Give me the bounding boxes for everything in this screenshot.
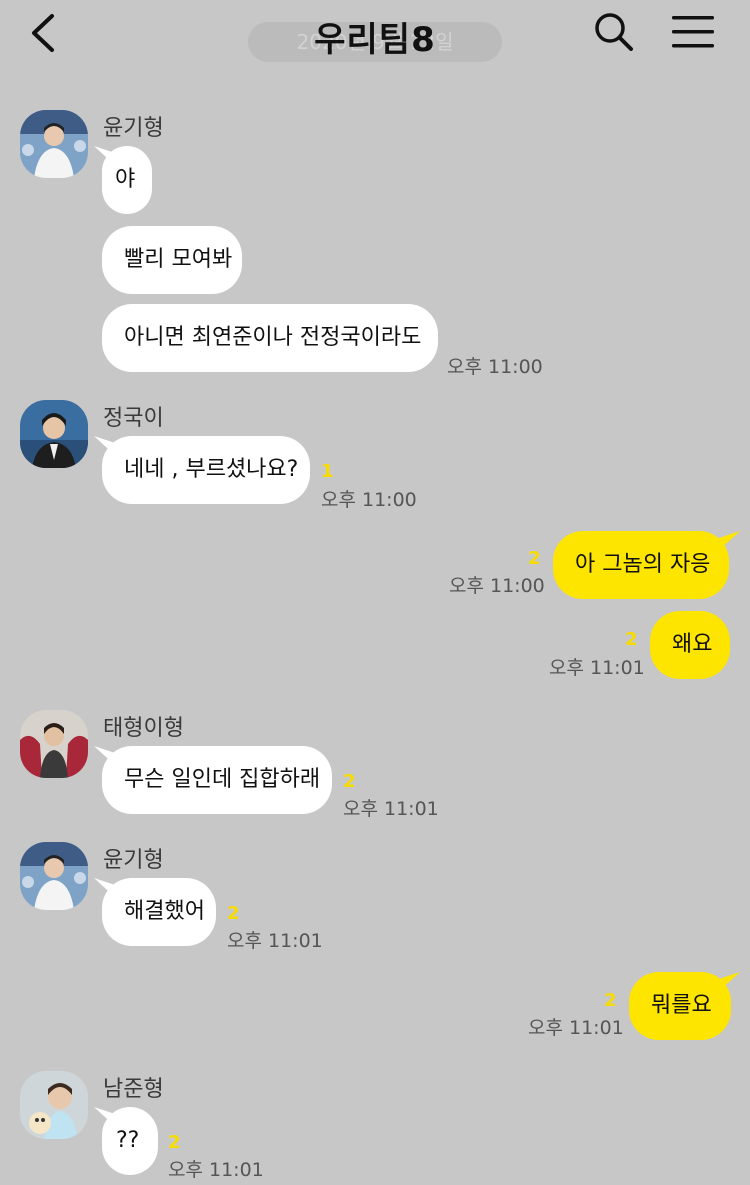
message-bubble[interactable]: 네네 , 부르셨나요?	[102, 436, 310, 504]
message-bubble[interactable]: 무슨 일인데 집합하래	[102, 746, 332, 814]
unread-count: 2	[528, 548, 541, 569]
sender-name: 윤기형	[103, 848, 164, 873]
member-count: 8	[411, 20, 436, 60]
sender-name: 남준형	[103, 1077, 164, 1102]
search-icon	[595, 13, 633, 51]
unread-count: 2	[227, 903, 240, 924]
message-time: 오후 11:01	[227, 930, 323, 952]
avatar[interactable]	[20, 400, 88, 468]
profile-photo-icon	[20, 842, 88, 910]
avatar[interactable]	[20, 110, 88, 178]
message-time: 오후 11:01	[549, 657, 645, 679]
menu-button[interactable]	[670, 12, 718, 52]
unread-count: 2	[625, 629, 638, 650]
profile-photo-icon	[20, 710, 88, 778]
message-time: 오후 11:00	[447, 356, 543, 378]
chat-room-name: 우리팀	[314, 20, 412, 60]
sender-name: 윤기형	[103, 116, 164, 141]
my-message-bubble[interactable]: 아 그놈의 자응	[553, 531, 729, 599]
avatar[interactable]	[20, 842, 88, 910]
avatar[interactable]	[20, 1071, 88, 1139]
unread-count: 1	[321, 461, 334, 482]
unread-count: 2	[604, 990, 617, 1011]
unread-count: 2	[168, 1132, 181, 1153]
message-bubble[interactable]: 아니면 최연준이나 전정국이라도	[102, 304, 438, 372]
bubble-tail	[716, 531, 740, 553]
sender-name: 태형이형	[103, 716, 184, 741]
profile-photo-icon	[20, 110, 88, 178]
message-bubble[interactable]: 해결했어	[102, 878, 216, 946]
search-button[interactable]	[592, 10, 636, 54]
chat-header: 2020년 9월 12일 우리팀8	[0, 0, 750, 70]
message-time: 오후 11:01	[168, 1159, 264, 1181]
profile-photo-icon	[20, 400, 88, 468]
sender-name: 정국이	[103, 406, 164, 431]
message-time: 오후 11:01	[343, 798, 439, 820]
message-time: 오후 11:00	[321, 489, 417, 511]
message-time: 오후 11:01	[528, 1017, 624, 1039]
avatar[interactable]	[20, 710, 88, 778]
chat-title: 우리팀8	[0, 12, 750, 61]
bubble-tail	[716, 972, 740, 994]
message-bubble[interactable]: 빨리 모여봐	[102, 226, 242, 294]
profile-photo-icon	[20, 1071, 88, 1139]
my-message-bubble[interactable]: 왜요	[650, 611, 730, 679]
message-bubble[interactable]: 야	[102, 146, 152, 214]
message-bubble[interactable]: ??	[102, 1107, 158, 1175]
message-time: 오후 11:00	[449, 575, 545, 597]
unread-count: 2	[343, 771, 356, 792]
hamburger-menu-icon	[672, 16, 714, 48]
